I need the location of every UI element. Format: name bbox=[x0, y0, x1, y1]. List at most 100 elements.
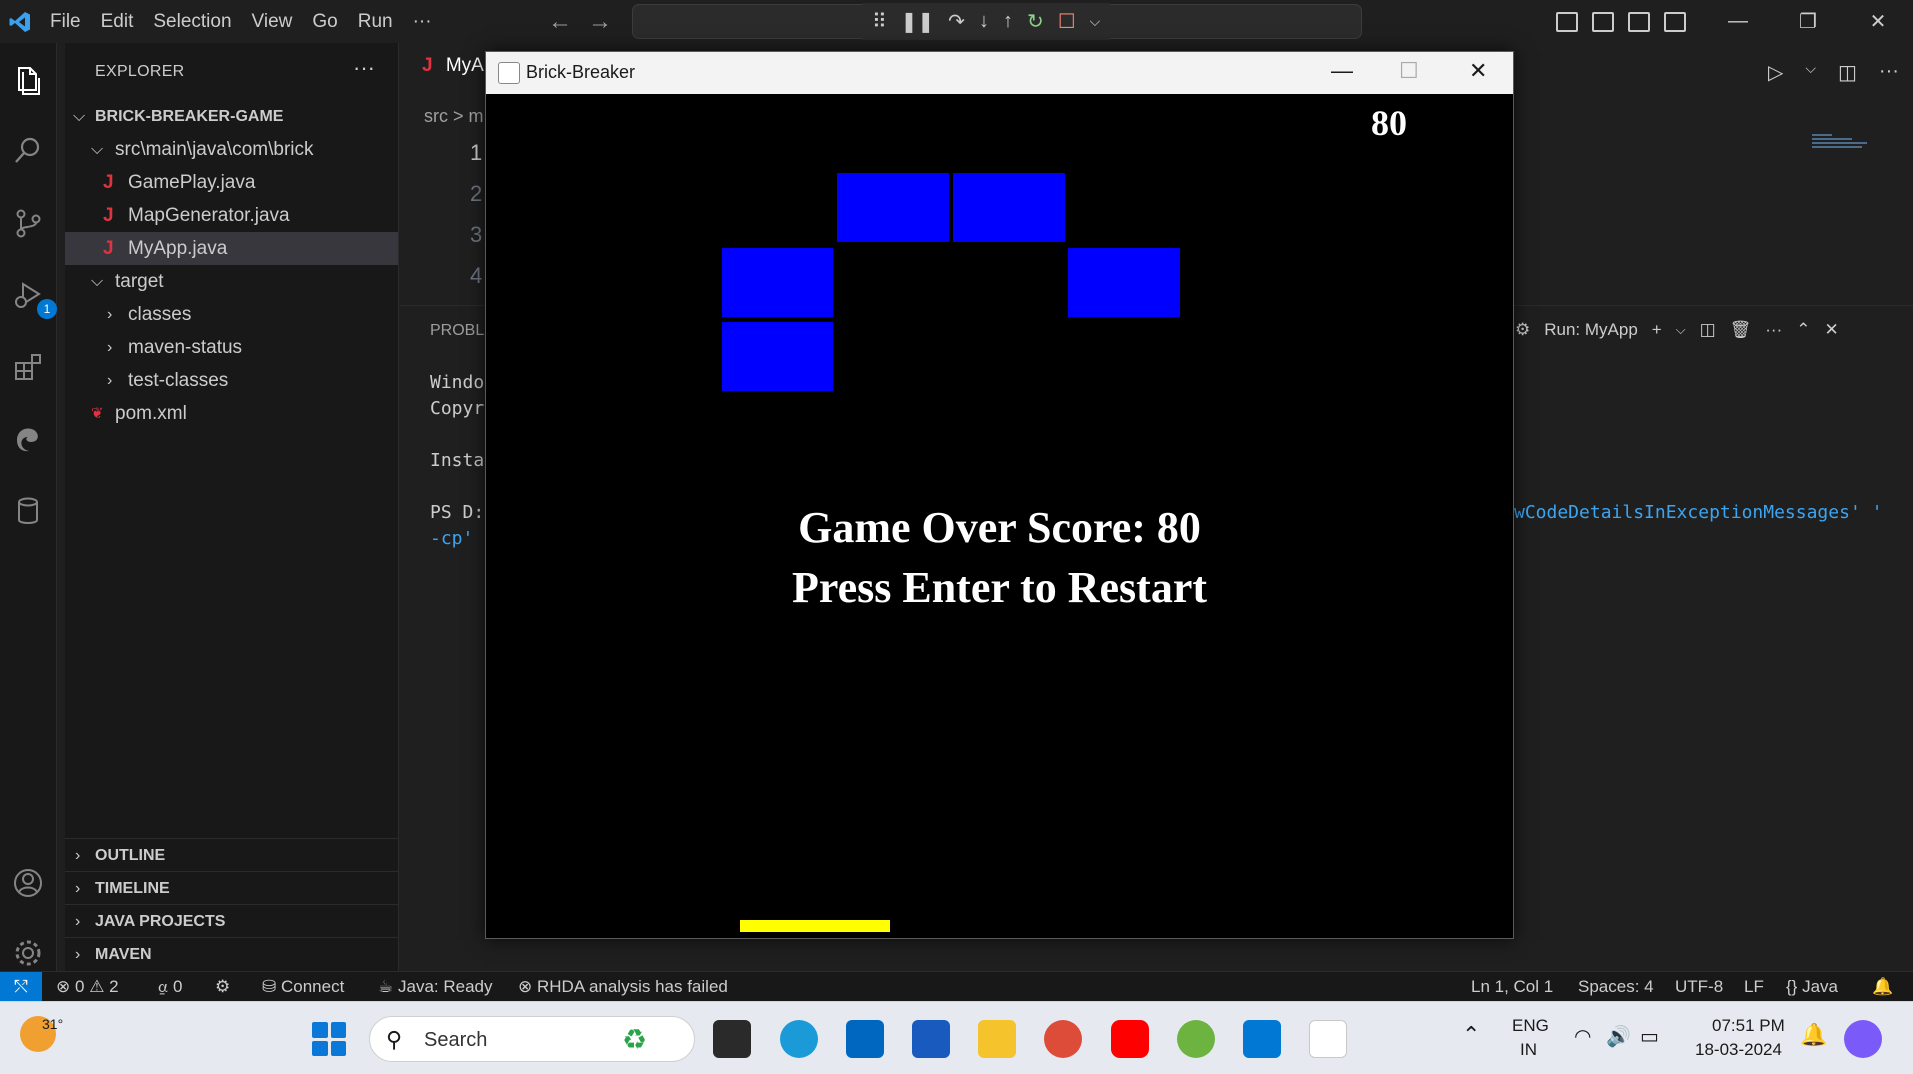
rhda-status[interactable]: ⊗ RHDA analysis has failed bbox=[518, 972, 728, 1002]
close-icon[interactable]: ✕ bbox=[1843, 9, 1913, 34]
clock-date[interactable]: 18-03-2024 bbox=[1695, 1040, 1782, 1060]
windows-start-icon[interactable] bbox=[312, 1022, 346, 1056]
chevron-down-icon[interactable]: ⌵ bbox=[1676, 322, 1686, 338]
vscode-taskbar-icon[interactable] bbox=[1243, 1020, 1281, 1058]
step-into-icon[interactable]: ↓ bbox=[979, 10, 989, 33]
minimize-icon[interactable]: — bbox=[1703, 10, 1773, 33]
word-icon[interactable] bbox=[912, 1020, 950, 1058]
microsoft-store-icon[interactable] bbox=[846, 1020, 884, 1058]
minimize-icon[interactable]: — bbox=[1331, 58, 1353, 84]
file-mapgenerator[interactable]: J MapGenerator.java bbox=[65, 199, 398, 232]
step-out-icon[interactable]: ↑ bbox=[1003, 10, 1013, 33]
maximize-panel-icon[interactable]: ⌃ bbox=[1796, 320, 1810, 340]
restart-icon[interactable]: ↻ bbox=[1027, 9, 1044, 34]
stop-icon[interactable]: ☐ bbox=[1058, 9, 1076, 34]
run-and-debug-icon[interactable]: 1 bbox=[8, 275, 57, 319]
remote-indicator-icon[interactable]: ⤲ bbox=[0, 972, 42, 1002]
wifi-icon[interactable]: ◠ bbox=[1574, 1024, 1591, 1049]
menu-go[interactable]: Go bbox=[302, 0, 347, 43]
toggle-panel-icon[interactable] bbox=[1592, 11, 1614, 32]
maven-section[interactable]: › MAVEN bbox=[65, 937, 398, 970]
explorer-more-actions-icon[interactable]: ··· bbox=[353, 55, 375, 81]
minimap[interactable] bbox=[1812, 134, 1872, 164]
close-icon[interactable]: ✕ bbox=[1469, 58, 1487, 84]
folder-maven-status[interactable]: › maven-status bbox=[65, 331, 398, 364]
trash-icon[interactable]: 🗑 bbox=[1730, 320, 1752, 340]
java-app-icon[interactable] bbox=[1309, 1020, 1347, 1058]
outline-section[interactable]: › OUTLINE bbox=[65, 838, 398, 871]
source-folder[interactable]: ⌵ src\main\java\com\brick bbox=[65, 133, 398, 166]
ports-indicator[interactable]: ⍶ 0 bbox=[158, 972, 182, 1002]
edge-browser-icon[interactable] bbox=[780, 1020, 818, 1058]
youtube-icon[interactable] bbox=[1111, 1020, 1149, 1058]
debug-status-icon[interactable]: ⚙ bbox=[215, 972, 230, 1002]
file-gameplay[interactable]: J GamePlay.java bbox=[65, 166, 398, 199]
back-arrow-icon[interactable]: ← bbox=[548, 8, 572, 36]
folder-test-classes[interactable]: › test-classes bbox=[65, 364, 398, 397]
cursor-position[interactable]: Ln 1, Col 1 bbox=[1471, 972, 1553, 1002]
accounts-icon[interactable] bbox=[8, 863, 48, 903]
end-of-line[interactable]: LF bbox=[1744, 972, 1764, 1002]
java-status[interactable]: ☕ Java: Ready bbox=[378, 972, 492, 1002]
extensions-icon[interactable] bbox=[8, 347, 48, 387]
chevron-down-icon[interactable]: ⌵ bbox=[1090, 13, 1101, 30]
tab-myapp[interactable]: J MyA bbox=[400, 55, 490, 95]
chrome-icon[interactable] bbox=[1044, 1020, 1082, 1058]
close-panel-icon[interactable]: ✕ bbox=[1824, 320, 1838, 340]
customize-layout-icon[interactable] bbox=[1664, 11, 1686, 32]
java-projects-section[interactable]: › JAVA PROJECTS bbox=[65, 904, 398, 937]
volume-icon[interactable]: 🔊 bbox=[1606, 1024, 1631, 1049]
language-mode[interactable]: {} Java bbox=[1786, 972, 1838, 1002]
menu-more[interactable]: ··· bbox=[403, 0, 442, 43]
more-actions-icon[interactable]: ··· bbox=[1879, 60, 1899, 85]
copilot-icon[interactable] bbox=[1844, 1020, 1882, 1058]
connect-status[interactable]: ⛁ Connect bbox=[262, 972, 344, 1002]
toggle-secondary-sidebar-icon[interactable] bbox=[1628, 11, 1650, 32]
forward-arrow-icon[interactable]: → bbox=[588, 8, 612, 36]
problems-indicator[interactable]: ⊗ 0 ⚠ 2 bbox=[56, 972, 119, 1002]
file-explorer-icon[interactable] bbox=[978, 1020, 1016, 1058]
indentation[interactable]: Spaces: 4 bbox=[1578, 972, 1654, 1002]
spring-tools-icon[interactable] bbox=[1177, 1020, 1215, 1058]
language-bottom[interactable]: IN bbox=[1520, 1040, 1537, 1060]
language-top[interactable]: ENG bbox=[1512, 1016, 1549, 1036]
chevron-down-icon[interactable]: ⌵ bbox=[1805, 60, 1816, 85]
split-editor-icon[interactable]: ◫ bbox=[1838, 60, 1857, 85]
taskbar-search[interactable]: ⚲ Search ♻ bbox=[369, 1016, 695, 1062]
source-control-icon[interactable] bbox=[8, 203, 48, 243]
clock-time[interactable]: 07:51 PM bbox=[1712, 1016, 1785, 1036]
menu-view[interactable]: View bbox=[242, 0, 303, 43]
database-icon[interactable] bbox=[8, 491, 48, 531]
step-over-icon[interactable]: ↷ bbox=[948, 9, 965, 34]
edge-devtools-icon[interactable] bbox=[8, 419, 48, 459]
file-myapp[interactable]: J MyApp.java bbox=[65, 232, 398, 265]
settings-gear-icon[interactable] bbox=[8, 933, 48, 973]
maximize-icon[interactable]: ☐ bbox=[1399, 58, 1419, 84]
game-canvas[interactable]: 80 Game Over Score: 80 Press Enter to Re… bbox=[486, 94, 1513, 938]
breadcrumb-next[interactable]: > m bbox=[453, 106, 484, 126]
new-terminal-icon[interactable]: + bbox=[1652, 320, 1662, 340]
encoding[interactable]: UTF-8 bbox=[1675, 972, 1723, 1002]
split-terminal-icon[interactable]: ◫ bbox=[1700, 320, 1716, 340]
menu-run[interactable]: Run bbox=[348, 0, 403, 43]
run-icon[interactable]: ▷ bbox=[1768, 60, 1783, 85]
timeline-section[interactable]: › TIMELINE bbox=[65, 871, 398, 904]
more-actions-icon[interactable]: ··· bbox=[1765, 320, 1782, 340]
folder-classes[interactable]: › classes bbox=[65, 298, 398, 331]
pause-icon[interactable]: ❚❚ bbox=[901, 9, 935, 34]
task-view-icon[interactable] bbox=[713, 1020, 751, 1058]
target-folder[interactable]: ⌵ target bbox=[65, 265, 398, 298]
breadcrumb-src[interactable]: src bbox=[424, 106, 448, 126]
restore-icon[interactable]: ❐ bbox=[1773, 9, 1843, 34]
menu-file[interactable]: File bbox=[40, 0, 91, 43]
notification-bell-icon[interactable]: 🔔 bbox=[1800, 1022, 1827, 1048]
menu-selection[interactable]: Selection bbox=[143, 0, 241, 43]
menu-edit[interactable]: Edit bbox=[91, 0, 144, 43]
toggle-primary-sidebar-icon[interactable] bbox=[1556, 11, 1578, 32]
battery-icon[interactable]: ▭ bbox=[1640, 1024, 1659, 1049]
project-folder[interactable]: ⌵ BRICK-BREAKER-GAME bbox=[65, 100, 398, 133]
terminal-run-label[interactable]: Run: MyApp bbox=[1544, 320, 1638, 340]
file-pom[interactable]: ❦ pom.xml bbox=[65, 397, 398, 430]
search-icon[interactable] bbox=[8, 131, 48, 171]
notifications-bell-icon[interactable]: 🔔 bbox=[1872, 972, 1893, 1002]
